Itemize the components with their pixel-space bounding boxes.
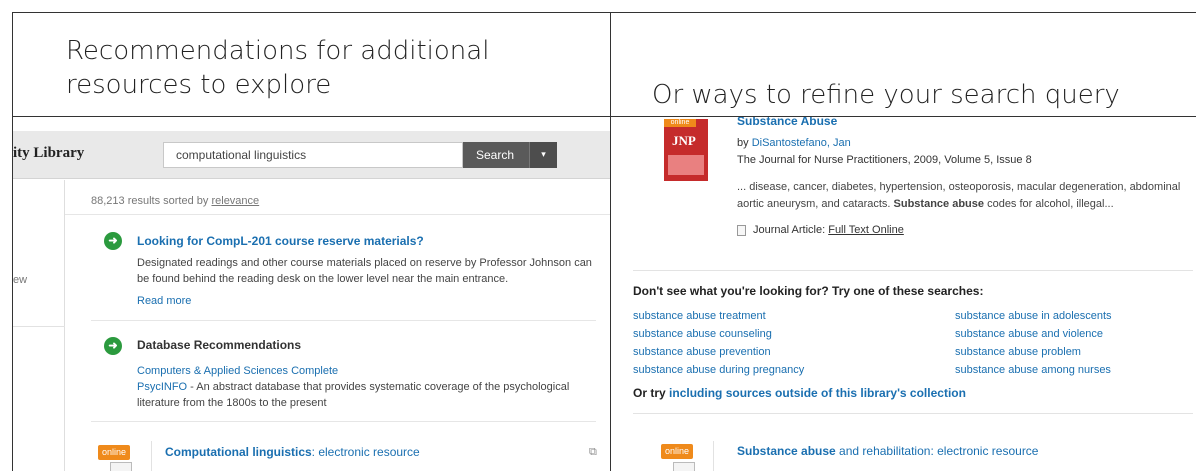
results-summary: 88,213 results sorted by relevance <box>91 195 259 207</box>
article-type: Journal Article: Full Text Online <box>753 224 904 236</box>
top-bar: ity Library computational linguistics Se… <box>13 131 610 179</box>
result-title-bold: Substance abuse <box>737 444 836 458</box>
right-heading: Or ways to refine your search query <box>652 80 1120 110</box>
cover-text: JNP <box>672 133 696 148</box>
result-title-rest: : electronic resource <box>311 445 420 459</box>
suggestion-link[interactable]: substance abuse among nurses <box>955 361 1111 379</box>
suggestion-link[interactable]: substance abuse treatment <box>633 307 766 325</box>
divider <box>91 320 596 321</box>
full-text-link[interactable]: Full Text Online <box>828 224 904 236</box>
database-recommendations-title: Database Recommendations <box>137 338 302 352</box>
suggestion-link[interactable]: substance abuse and violence <box>955 325 1103 343</box>
chevron-down-icon: ▾ <box>541 149 546 159</box>
result-title-link[interactable]: Computational linguistics: electronic re… <box>165 445 420 459</box>
or-try-line: Or try including sources outside of this… <box>633 386 966 400</box>
database-entry-psycinfo: PsycINFO - An abstract database that pro… <box>137 379 607 411</box>
search-input[interactable]: computational linguistics <box>163 142 463 168</box>
left-heading: Recommendations for additional resources… <box>66 36 490 100</box>
article-title-link[interactable]: Substance Abuse <box>737 117 837 128</box>
library-name: ity Library <box>13 145 85 161</box>
online-badge: online <box>661 444 693 459</box>
search-button[interactable]: Search <box>463 142 529 168</box>
share-icon[interactable]: ⧉ <box>589 446 597 459</box>
outside-collection-link[interactable]: including sources outside of this librar… <box>669 386 966 400</box>
thumbnail <box>673 462 695 471</box>
author-link[interactable]: DiSantostefano, Jan <box>752 137 851 149</box>
snippet-end: codes for alcohol, illegal... <box>987 198 1114 210</box>
left-screenshot: ity Library computational linguistics Se… <box>13 117 610 471</box>
divider <box>633 270 1193 271</box>
divider <box>65 214 610 215</box>
online-badge: online <box>98 445 130 460</box>
sort-relevance-link[interactable]: relevance <box>211 195 259 207</box>
article-snippet: ... disease, cancer, diabetes, hypertens… <box>737 179 1196 213</box>
course-reserve-title[interactable]: Looking for CompL-201 course reserve mat… <box>137 234 424 248</box>
or-try-prefix: Or try <box>633 386 666 400</box>
suggestions-heading: Don't see what you're looking for? Try o… <box>633 284 984 298</box>
right-screenshot: online JNP Substance Abuse by DiSantoste… <box>611 117 1196 471</box>
go-arrow-icon: ➜ <box>104 337 122 355</box>
result-title-link[interactable]: Substance abuse and rehabilitation: elec… <box>737 444 1038 458</box>
sidebar-divider <box>13 326 65 327</box>
sidebar-fragment[interactable]: ew <box>13 274 27 286</box>
facet-sidebar: ew <box>13 180 65 471</box>
result-title-bold: Computational linguistics <box>165 445 312 459</box>
article-author: by DiSantostefano, Jan <box>737 137 851 149</box>
result-title-rest: and rehabilitation: electronic resource <box>835 444 1039 458</box>
thumbnail <box>110 462 132 471</box>
divider <box>633 413 1193 414</box>
course-reserve-body: Designated readings and other course mat… <box>137 257 592 285</box>
database-link-psycinfo[interactable]: PsycINFO <box>137 381 187 393</box>
search-options-dropdown[interactable]: ▾ <box>529 142 557 168</box>
database-link-computers[interactable]: Computers & Applied Sciences Complete <box>137 363 338 379</box>
suggestion-link[interactable]: substance abuse counseling <box>633 325 772 343</box>
journal-cover[interactable]: online JNP <box>664 119 708 181</box>
results-count-text: 88,213 results sorted by <box>91 195 209 207</box>
suggestion-link[interactable]: substance abuse in adolescents <box>955 307 1112 325</box>
suggestion-link[interactable]: substance abuse prevention <box>633 343 771 361</box>
database-description: - An abstract database that provides sys… <box>137 381 570 409</box>
document-icon <box>737 225 746 236</box>
author-prefix: by <box>737 137 749 149</box>
item-divider <box>713 441 714 471</box>
suggestion-link[interactable]: substance abuse problem <box>955 343 1081 361</box>
snippet-highlight: Substance abuse <box>893 198 985 210</box>
go-arrow-icon: ➜ <box>104 232 122 250</box>
online-badge: online <box>664 119 696 127</box>
item-divider <box>151 441 152 471</box>
read-more-link[interactable]: Read more <box>137 293 191 309</box>
article-source: The Journal for Nurse Practitioners, 200… <box>737 154 1032 166</box>
suggestion-link[interactable]: substance abuse during pregnancy <box>633 361 804 379</box>
divider <box>91 421 596 422</box>
article-type-label: Journal Article: <box>753 224 826 236</box>
cover-art <box>668 155 704 175</box>
